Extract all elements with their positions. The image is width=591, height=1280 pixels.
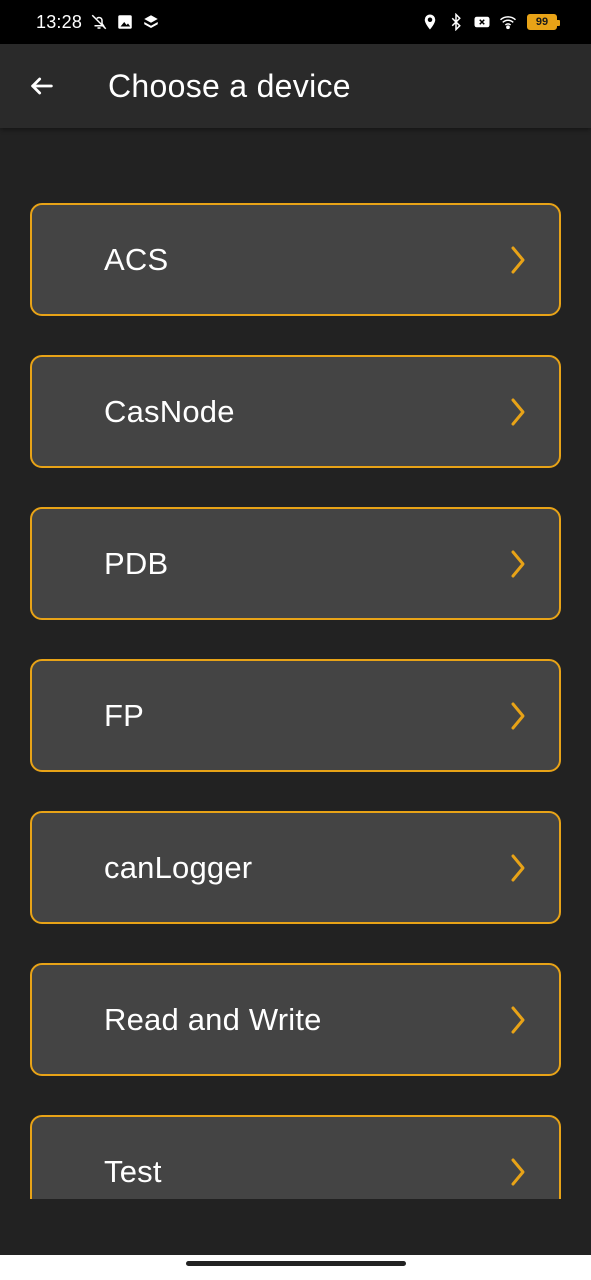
device-item-fp[interactable]: FP bbox=[30, 659, 561, 772]
status-bar-left: 13:28 bbox=[36, 12, 160, 33]
device-label: PDB bbox=[104, 545, 169, 581]
battery-indicator: 99 bbox=[527, 14, 560, 30]
device-label: CasNode bbox=[104, 393, 235, 429]
chevron-right-icon bbox=[505, 1155, 531, 1189]
chevron-right-icon bbox=[505, 395, 531, 429]
back-button[interactable] bbox=[14, 58, 70, 114]
bluetooth-icon bbox=[447, 13, 465, 31]
home-indicator[interactable] bbox=[185, 1261, 406, 1266]
sim-x-icon bbox=[473, 13, 491, 31]
wifi-icon bbox=[499, 13, 517, 31]
screen: 13:28 99 Choose a device ACS CasNode PDB… bbox=[0, 0, 591, 1280]
device-label: FP bbox=[104, 697, 145, 733]
device-list[interactable]: ACS CasNode PDB FP canLogger Read and Wr… bbox=[0, 128, 591, 1199]
gallery-icon bbox=[116, 13, 134, 31]
device-item-casnode[interactable]: CasNode bbox=[30, 355, 561, 468]
chevron-right-icon bbox=[505, 851, 531, 885]
chevron-right-icon bbox=[505, 243, 531, 277]
device-item-canlogger[interactable]: canLogger bbox=[30, 811, 561, 924]
status-bar-right: 99 bbox=[421, 13, 560, 31]
device-item-read-and-write[interactable]: Read and Write bbox=[30, 963, 561, 1076]
stack-icon bbox=[142, 13, 160, 31]
app-bar: Choose a device bbox=[0, 44, 591, 128]
bell-off-icon bbox=[90, 13, 108, 31]
page-title: Choose a device bbox=[108, 67, 351, 104]
chevron-right-icon bbox=[505, 699, 531, 733]
status-bar: 13:28 99 bbox=[0, 0, 591, 44]
device-label: ACS bbox=[104, 241, 169, 277]
navigation-bar bbox=[0, 1255, 591, 1280]
device-label: canLogger bbox=[104, 849, 253, 885]
device-item-acs[interactable]: ACS bbox=[30, 203, 561, 316]
device-item-test[interactable]: Test bbox=[30, 1115, 561, 1199]
location-icon bbox=[421, 13, 439, 31]
device-item-pdb[interactable]: PDB bbox=[30, 507, 561, 620]
device-label: Read and Write bbox=[104, 1001, 322, 1037]
chevron-right-icon bbox=[505, 547, 531, 581]
chevron-right-icon bbox=[505, 1003, 531, 1037]
device-label: Test bbox=[104, 1153, 162, 1189]
arrow-left-icon bbox=[31, 77, 53, 95]
status-time: 13:28 bbox=[36, 11, 83, 32]
